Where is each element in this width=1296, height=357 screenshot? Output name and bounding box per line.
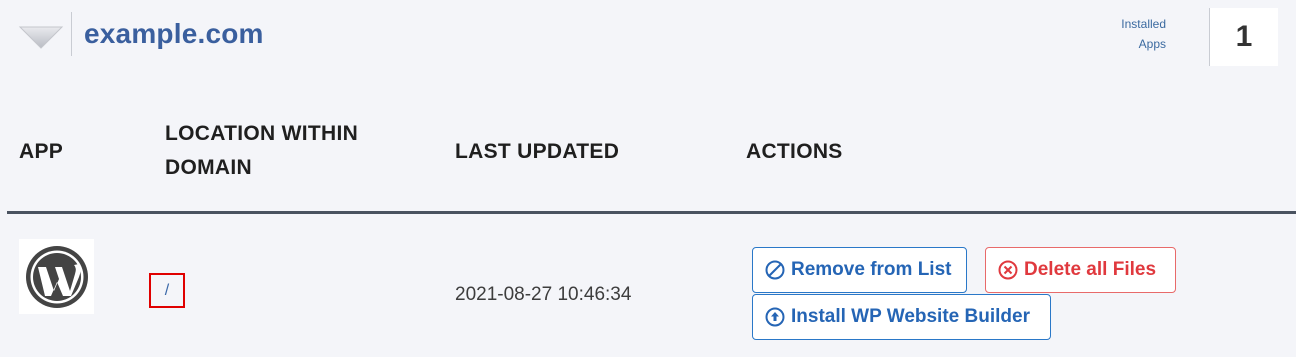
circle-arrow-up-icon — [765, 307, 785, 327]
installed-apps-panel: example.com Installed Apps 1 APP LOCATIO… — [0, 0, 1296, 357]
remove-from-list-label: Remove from List — [791, 259, 952, 280]
install-wp-website-builder-button[interactable]: Install WP Website Builder — [752, 294, 1051, 340]
column-header-location: LOCATION WITHIN DOMAIN — [165, 122, 359, 179]
installed-apps-count: 1 — [1209, 8, 1278, 66]
column-header-actions: ACTIONS — [746, 140, 843, 163]
last-updated-value: 2021-08-27 10:46:34 — [455, 284, 632, 305]
domain-title[interactable]: example.com — [84, 18, 264, 50]
remove-from-list-button[interactable]: Remove from List — [752, 247, 967, 293]
delete-all-files-button[interactable]: Delete all Files — [985, 247, 1176, 293]
installed-label-line2: Apps — [1138, 37, 1166, 51]
ban-icon — [765, 260, 785, 280]
header-divider — [71, 12, 72, 56]
column-header-last-updated: LAST UPDATED — [455, 140, 620, 163]
install-wp-website-builder-label: Install WP Website Builder — [791, 306, 1030, 327]
column-header-app: APP — [19, 140, 64, 163]
installed-label-line1: Installed — [1121, 17, 1166, 31]
circle-x-icon — [998, 260, 1018, 280]
location-link[interactable]: / — [149, 273, 185, 308]
table-header-divider — [7, 211, 1296, 214]
wordpress-logo-icon — [19, 239, 94, 314]
installed-apps-label: Installed Apps — [1096, 14, 1166, 54]
collapse-triangle-icon[interactable] — [18, 24, 64, 50]
delete-all-files-label: Delete all Files — [1024, 259, 1157, 280]
